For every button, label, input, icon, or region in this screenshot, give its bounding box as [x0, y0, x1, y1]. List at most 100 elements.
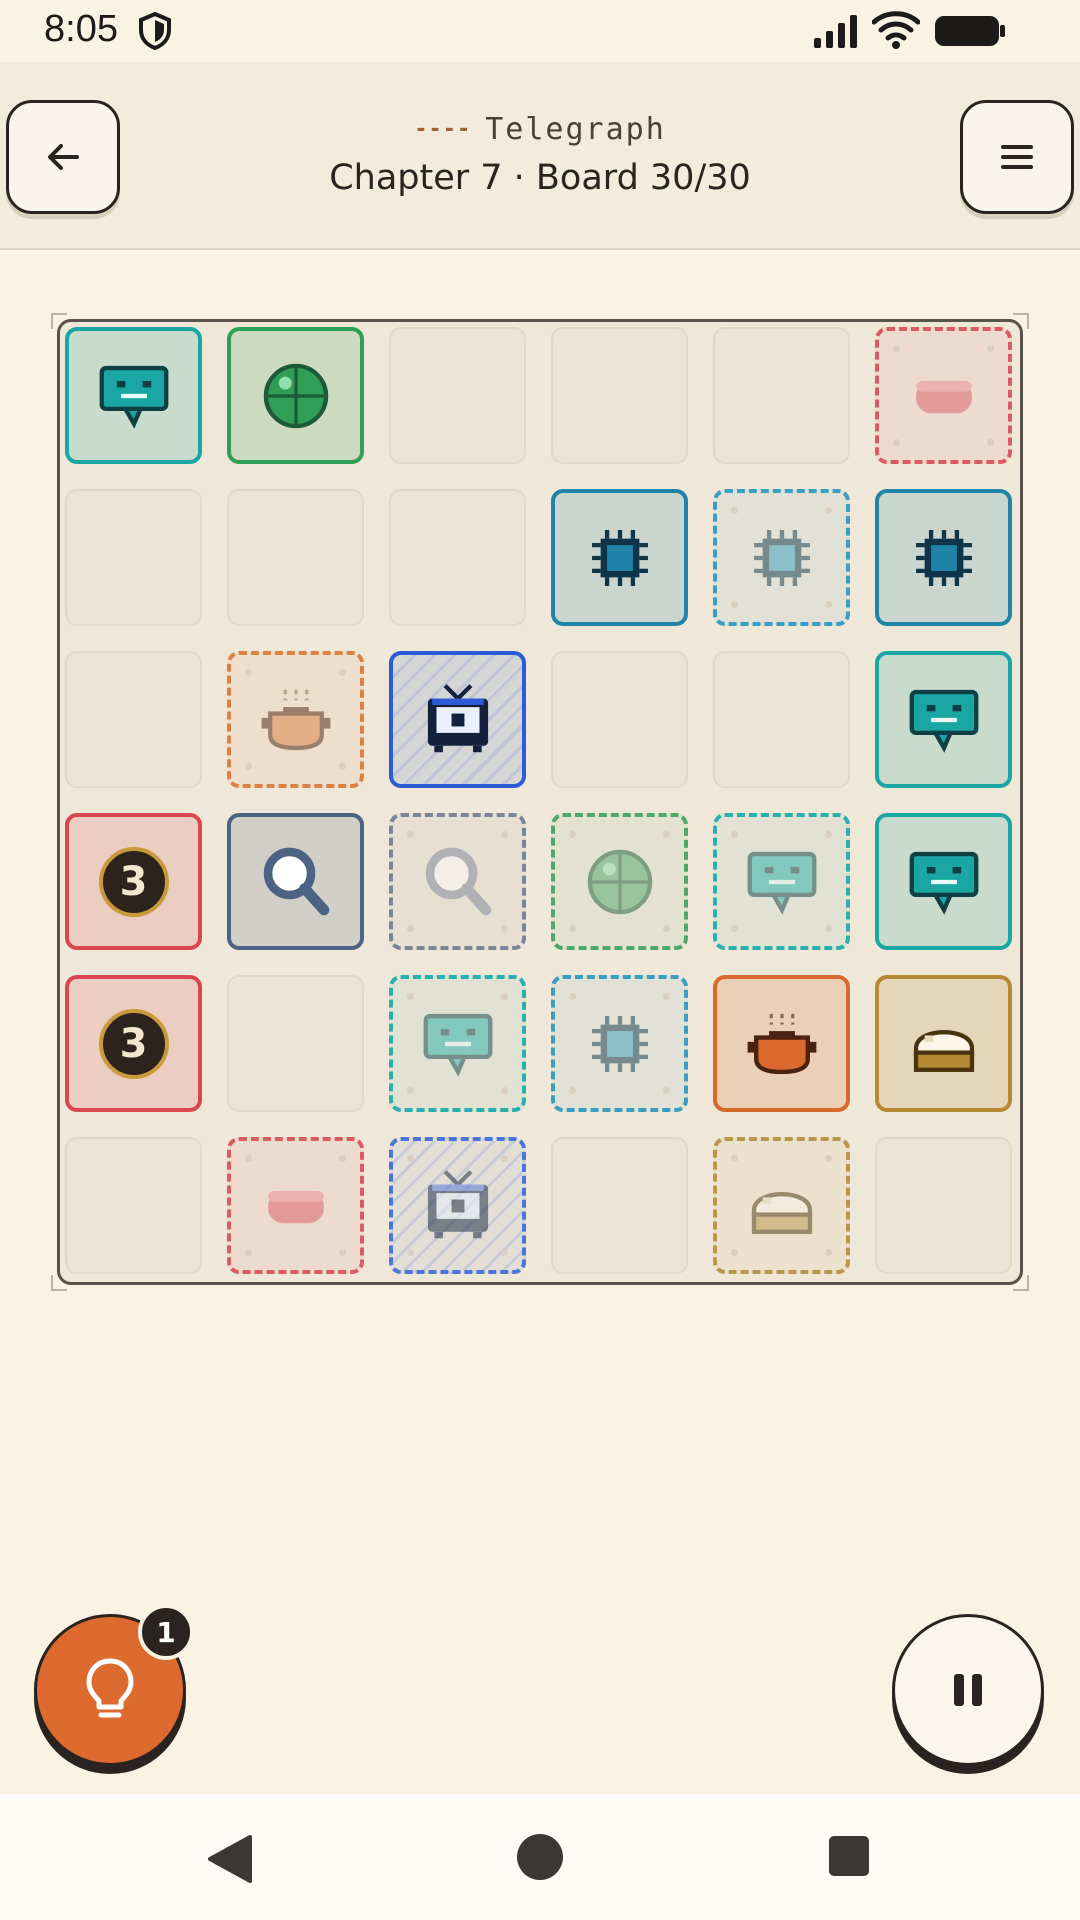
board-cell-empty[interactable] — [65, 651, 202, 788]
board-cell-target-chip[interactable] — [551, 975, 688, 1112]
shield-icon — [139, 12, 171, 50]
cell-corner-dot — [407, 1155, 414, 1162]
board-cell-target-pot[interactable] — [227, 651, 364, 788]
cell-corner-dot — [501, 925, 508, 932]
speech-bubble-icon — [739, 839, 825, 925]
cell-corner-dot — [825, 831, 832, 838]
green-orb-icon — [577, 839, 663, 925]
board-cell-number-clue[interactable]: 3 — [65, 975, 202, 1112]
board-cell-empty[interactable] — [65, 489, 202, 626]
chip-icon — [739, 515, 825, 601]
board-cell-target-bread[interactable] — [713, 1137, 850, 1274]
board-cell-placed-speech-bubble[interactable] — [875, 651, 1012, 788]
number-clue-badge: 3 — [98, 1008, 169, 1079]
board-cell-target-green-orb[interactable] — [551, 813, 688, 950]
board-cell-placed-green-orb[interactable] — [227, 327, 364, 464]
cell-corner-dot — [731, 925, 738, 932]
telegraph-dash-icon: ---- — [414, 117, 472, 142]
board-grid: 33 — [65, 327, 1012, 1274]
cell-corner-dot — [569, 993, 576, 1000]
board-cell-target-speech-bubble[interactable] — [713, 813, 850, 950]
magnifier-icon — [415, 839, 501, 925]
board-cell-empty[interactable] — [389, 489, 526, 626]
green-orb-icon — [253, 353, 339, 439]
cell-corner-dot — [893, 345, 900, 352]
board-cell-empty[interactable] — [875, 1137, 1012, 1274]
cell-corner-dot — [245, 1155, 252, 1162]
signal-icon — [814, 15, 857, 48]
cell-corner-dot — [987, 439, 994, 446]
status-time: 8:05 — [44, 8, 118, 50]
board-cell-placed-speech-bubble[interactable] — [875, 813, 1012, 950]
board-cell-target-pink-capsule[interactable] — [875, 327, 1012, 464]
cell-corner-dot — [663, 831, 670, 838]
board-cell-empty[interactable] — [227, 975, 364, 1112]
hint-count-badge: 1 — [138, 1604, 194, 1660]
board-cell-empty[interactable] — [65, 1137, 202, 1274]
board-cell-target-magnifier[interactable] — [389, 813, 526, 950]
board-cell-empty[interactable] — [713, 651, 850, 788]
cell-corner-dot — [339, 1155, 346, 1162]
board-cell-target-pink-capsule[interactable] — [227, 1137, 364, 1274]
pot-icon — [739, 1001, 825, 1087]
cell-corner-dot — [825, 507, 832, 514]
board-cell-empty[interactable] — [713, 327, 850, 464]
cell-corner-dot — [501, 1087, 508, 1094]
speech-bubble-icon — [901, 677, 987, 763]
cell-corner-dot — [339, 763, 346, 770]
board-cell-placed-pot[interactable] — [713, 975, 850, 1112]
cell-corner-dot — [663, 1087, 670, 1094]
board-cell-target-chip[interactable] — [713, 489, 850, 626]
game-board: 33 — [57, 319, 1023, 1285]
cell-corner-dot — [731, 507, 738, 514]
system-nav-bar — [0, 1794, 1080, 1920]
board-cell-empty[interactable] — [551, 327, 688, 464]
wifi-icon — [872, 11, 920, 49]
board-cell-placed-chip[interactable] — [551, 489, 688, 626]
cell-corner-dot — [731, 601, 738, 608]
tv-icon — [415, 677, 501, 763]
level-subtitle: Telegraph — [485, 112, 666, 147]
board-cell-target-speech-bubble[interactable] — [389, 975, 526, 1112]
page-title: Chapter 7 · Board 30/30 — [329, 158, 751, 198]
chip-icon — [577, 515, 663, 601]
subtitle-row: ---- Telegraph — [0, 112, 1080, 147]
cell-corner-dot — [825, 925, 832, 932]
pink-capsule-icon — [901, 353, 987, 439]
board-cell-placed-chip[interactable] — [875, 489, 1012, 626]
board-cell-placed-speech-bubble[interactable] — [65, 327, 202, 464]
pause-button[interactable] — [892, 1614, 1044, 1766]
cell-corner-dot — [825, 1155, 832, 1162]
nav-back-icon[interactable] — [206, 1834, 252, 1884]
chip-icon — [577, 1001, 663, 1087]
board-cell-empty[interactable] — [551, 1137, 688, 1274]
board-cell-placed-magnifier[interactable] — [227, 813, 364, 950]
nav-recents-icon[interactable] — [829, 1836, 869, 1876]
cell-corner-dot — [663, 925, 670, 932]
board-cell-placed-bread[interactable] — [875, 975, 1012, 1112]
board-cell-target-tv[interactable] — [389, 1137, 526, 1274]
bread-icon — [739, 1163, 825, 1249]
cell-corner-dot — [407, 831, 414, 838]
cell-corner-dot — [569, 925, 576, 932]
cell-corner-dot — [501, 993, 508, 1000]
cell-corner-dot — [825, 1249, 832, 1256]
board-cell-empty[interactable] — [389, 327, 526, 464]
board-cell-empty[interactable] — [227, 489, 364, 626]
menu-button[interactable] — [960, 100, 1074, 214]
cell-corner-dot — [987, 345, 994, 352]
board-cell-number-clue[interactable]: 3 — [65, 813, 202, 950]
speech-bubble-icon — [901, 839, 987, 925]
status-bar: 8:05 — [0, 0, 1080, 62]
cell-corner-dot — [731, 831, 738, 838]
cell-corner-dot — [569, 1087, 576, 1094]
board-cell-placed-tv[interactable] — [389, 651, 526, 788]
board-cell-empty[interactable] — [551, 651, 688, 788]
header: ---- Telegraph Chapter 7 · Board 30/30 — [0, 62, 1080, 250]
cell-corner-dot — [245, 1249, 252, 1256]
cell-corner-dot — [501, 1155, 508, 1162]
battery-icon — [935, 16, 1005, 46]
cell-corner-dot — [501, 831, 508, 838]
lightbulb-icon — [86, 1658, 134, 1718]
nav-home-icon[interactable] — [517, 1834, 563, 1880]
